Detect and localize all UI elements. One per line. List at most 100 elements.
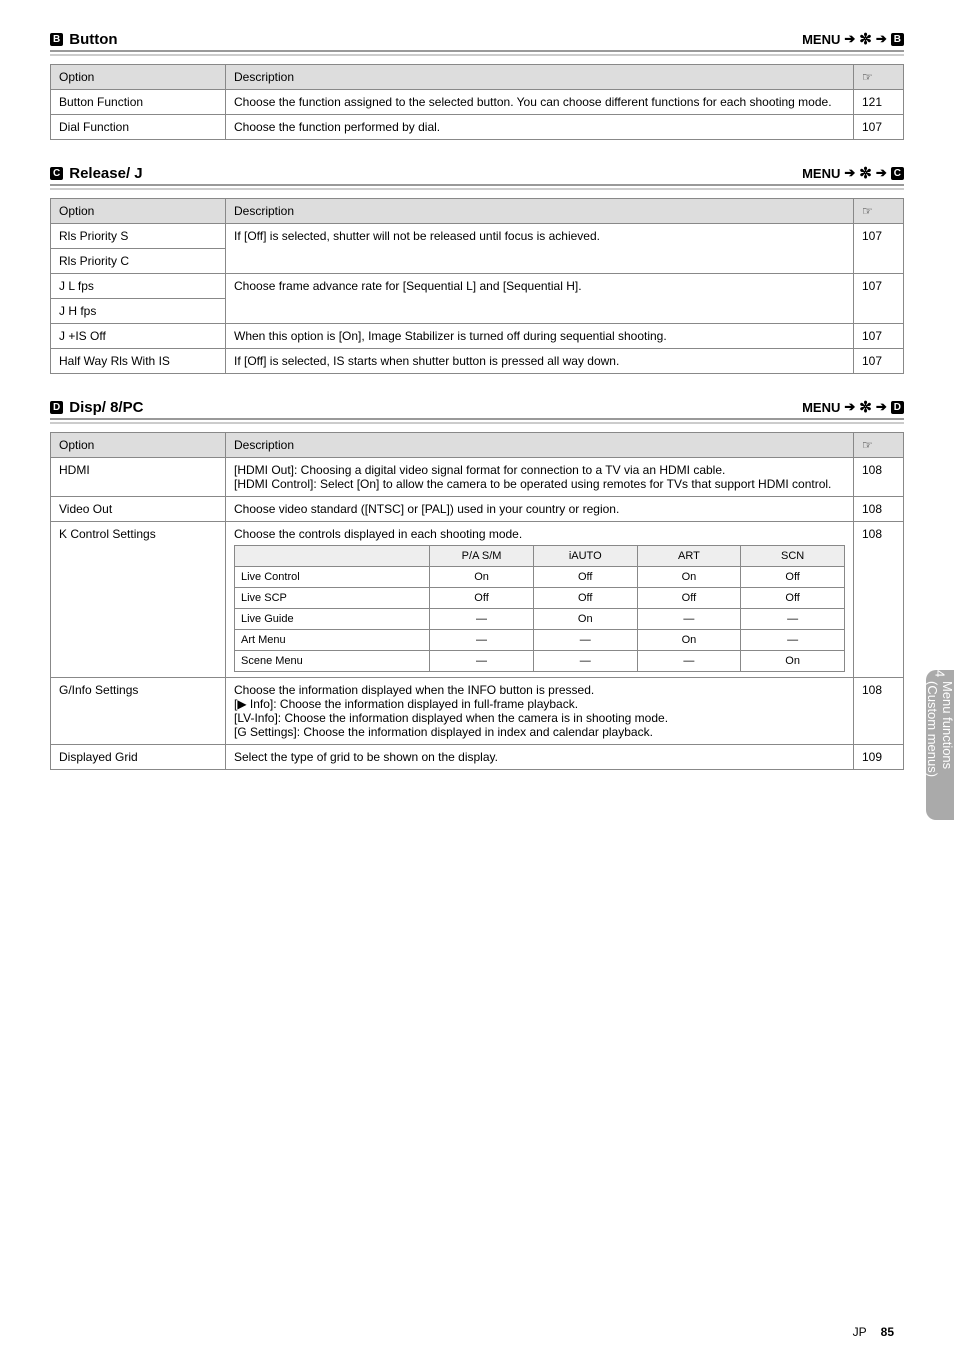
- badge-b: B: [50, 33, 63, 46]
- col-desc-header: Description: [226, 433, 854, 458]
- section-path-c: MENU ➔ ➔ C: [802, 164, 904, 182]
- inner-cell: —: [637, 609, 741, 630]
- footer-page-number: 85: [881, 1325, 894, 1339]
- inner-cell: —: [741, 609, 845, 630]
- pointer-icon: ☞: [862, 70, 873, 84]
- inner-cell: Scene Menu: [235, 651, 430, 672]
- inner-cell: Off: [637, 588, 741, 609]
- page-cell: 108: [854, 678, 904, 745]
- arrow-icon: ➔: [844, 31, 855, 47]
- table-row: K Control Settings Choose the controls d…: [51, 522, 904, 678]
- inner-cell: —: [430, 609, 534, 630]
- opt-cell: Displayed Grid: [51, 745, 226, 770]
- inner-head-iauto: iAUTO: [533, 546, 637, 567]
- desc-cell: Select the type of grid to be shown on t…: [226, 745, 854, 770]
- desc-cell: Choose the controls displayed in each sh…: [226, 522, 854, 678]
- opt-cell: Half Way Rls With IS: [51, 349, 226, 374]
- inner-cell: —: [430, 630, 534, 651]
- col-page-header: ☞: [854, 199, 904, 224]
- page-cell: 109: [854, 745, 904, 770]
- page-cell: 108: [854, 522, 904, 678]
- section-title-text-b: Button: [69, 31, 117, 48]
- desc-cell: Choose the information displayed when th…: [226, 678, 854, 745]
- inner-cell: Off: [741, 567, 845, 588]
- page-cell: 107: [854, 324, 904, 349]
- settings-table-b: Option Description ☞ Button Function Cho…: [50, 64, 904, 140]
- gear-icon: [859, 164, 872, 182]
- gear-icon: [859, 30, 872, 48]
- inner-cell: On: [637, 630, 741, 651]
- table-row: Displayed Grid Select the type of grid t…: [51, 745, 904, 770]
- inner-cell: —: [637, 651, 741, 672]
- inner-cell: —: [741, 630, 845, 651]
- opt-cell: Dial Function: [51, 115, 226, 140]
- col-page-header: ☞: [854, 65, 904, 90]
- desc-cell: Choose frame advance rate for [Sequentia…: [226, 274, 854, 324]
- col-option-header: Option: [51, 65, 226, 90]
- badge-c: C: [50, 167, 63, 180]
- inner-head-pasm: P/A S/M: [430, 546, 534, 567]
- opt-cell: Rls Priority S: [51, 224, 226, 249]
- col-desc-header: Description: [226, 65, 854, 90]
- settings-table-d: Option Description ☞ HDMI [HDMI Out]: Ch…: [50, 432, 904, 770]
- page-cell: 107: [854, 224, 904, 274]
- table-row: Button Function Choose the function assi…: [51, 90, 904, 115]
- opt-cell: K Control Settings: [51, 522, 226, 678]
- divider: [50, 188, 904, 190]
- desc-cell: Choose the function assigned to the sele…: [226, 90, 854, 115]
- badge-d: D: [50, 401, 63, 414]
- gear-icon: [859, 398, 872, 416]
- section-title-d: D Disp/ 8/PC: [50, 399, 143, 416]
- control-inner-table: P/A S/M iAUTO ART SCN Live Control On Of…: [234, 545, 845, 672]
- page-cell: 107: [854, 274, 904, 324]
- inner-cell: On: [430, 567, 534, 588]
- opt-cell: J L fps: [51, 274, 226, 299]
- inner-cell: Off: [533, 588, 637, 609]
- page-cell: 121: [854, 90, 904, 115]
- opt-cell: Button Function: [51, 90, 226, 115]
- page-cell: 108: [854, 458, 904, 497]
- arrow-icon: ➔: [876, 31, 887, 47]
- section-header-c: C Release/ J MENU ➔ ➔ C: [50, 164, 904, 186]
- menu-label-c: MENU: [802, 166, 840, 181]
- arrow-icon: ➔: [876, 399, 887, 415]
- badge-d-path: D: [891, 401, 904, 414]
- inner-cell: Live Control: [235, 567, 430, 588]
- section-title-b: B Button: [50, 31, 118, 48]
- inner-row: Scene Menu — — — On: [235, 651, 845, 672]
- col-option-header: Option: [51, 199, 226, 224]
- table-row: G/Info Settings Choose the information d…: [51, 678, 904, 745]
- arrow-icon: ➔: [876, 165, 887, 181]
- col-option-header: Option: [51, 433, 226, 458]
- inner-cell: —: [533, 630, 637, 651]
- menu-label-b: MENU: [802, 32, 840, 47]
- inner-cell: —: [430, 651, 534, 672]
- table-row: Dial Function Choose the function perfor…: [51, 115, 904, 140]
- table-row: Rls Priority S If [Off] is selected, shu…: [51, 224, 904, 249]
- pointer-icon: ☞: [862, 204, 873, 218]
- arrow-icon: ➔: [844, 399, 855, 415]
- page-cell: 107: [854, 349, 904, 374]
- section-title-c: C Release/ J: [50, 165, 143, 182]
- section-header-d: D Disp/ 8/PC MENU ➔ ➔ D: [50, 398, 904, 420]
- inner-cell: —: [533, 651, 637, 672]
- badge-b-path: B: [891, 33, 904, 46]
- desc-cell: When this option is [On], Image Stabiliz…: [226, 324, 854, 349]
- inner-row: Art Menu — — On —: [235, 630, 845, 651]
- inner-row: Live Guide — On — —: [235, 609, 845, 630]
- table-row: J +IS Off When this option is [On], Imag…: [51, 324, 904, 349]
- opt-cell: G/Info Settings: [51, 678, 226, 745]
- desc-cell: If [Off] is selected, IS starts when shu…: [226, 349, 854, 374]
- table-row: J L fps Choose frame advance rate for [S…: [51, 274, 904, 299]
- opt-cell: HDMI: [51, 458, 226, 497]
- inner-cell: On: [637, 567, 741, 588]
- page-cell: 107: [854, 115, 904, 140]
- opt-cell: Rls Priority C: [51, 249, 226, 274]
- section-path-b: MENU ➔ ➔ B: [802, 30, 904, 48]
- desc-cell: Choose the function performed by dial.: [226, 115, 854, 140]
- opt-cell: J +IS Off: [51, 324, 226, 349]
- badge-c-path: C: [891, 167, 904, 180]
- inner-cell: Live Guide: [235, 609, 430, 630]
- opt-cell: J H fps: [51, 299, 226, 324]
- desc-cell: Choose video standard ([NTSC] or [PAL]) …: [226, 497, 854, 522]
